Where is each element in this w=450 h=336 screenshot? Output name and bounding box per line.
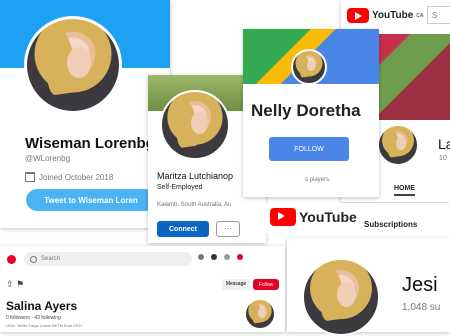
youtube-region-label: CA (416, 12, 424, 19)
pinterest-avatar (244, 298, 276, 330)
twitter-joined-date: Joined October 2018 (39, 172, 114, 182)
twitter-profile-card: Wiseman Lorenbg @WLorenbg Joined October… (0, 0, 170, 228)
pinterest-message-button[interactable]: Message (222, 279, 250, 290)
linkedin-connect-button[interactable]: Connect (157, 221, 209, 237)
youtube-play-icon (347, 8, 369, 23)
youtube-channel-initial: La (438, 136, 450, 152)
youtube-channel-avatar-top (377, 124, 419, 166)
pinterest-logo-icon[interactable] (7, 255, 16, 264)
profile-icon[interactable] (224, 254, 230, 260)
youtube-subscriptions-link[interactable]: Subscriptions (364, 220, 417, 229)
twitter-joined-row: Joined October 2018 (25, 172, 113, 182)
youtube-subscriptions-bar: YouTube Subscriptions (256, 203, 450, 233)
linkedin-more-button[interactable]: ··· (216, 221, 240, 237)
pinterest-follow-button[interactable]: Follow (253, 279, 279, 290)
youtube-tab-home[interactable]: HOME (394, 185, 415, 196)
youtube-logo-text-mid: YouTube (299, 209, 357, 225)
youtube-play-icon (270, 208, 296, 226)
google-profile-name: Nelly Doretha (251, 101, 361, 120)
youtube-search-input[interactable]: S (427, 6, 450, 24)
more-icon[interactable] (237, 254, 243, 260)
linkedin-avatar (160, 90, 230, 160)
youtube-logo-text: YouTube (372, 10, 414, 21)
pinterest-follower-counts: 0 followers · 43 following (6, 315, 61, 321)
pinterest-nav-icons (198, 254, 243, 260)
linkedin-headline: Self-Employed (157, 184, 203, 191)
pinterest-search-row[interactable]: Search (24, 252, 192, 266)
pinterest-toolbar-icons: ⇧ ⚑ (6, 279, 24, 290)
google-avatar (291, 49, 327, 85)
youtube-logo-top[interactable]: YouTube CA (347, 8, 424, 23)
youtube-subs-partial: 10 (439, 155, 447, 162)
youtube-channel-card-bottom: Jesi 1,048 su (287, 238, 450, 336)
linkedin-location: Kalamb, South Australia, Au (157, 202, 232, 208)
calendar-icon (25, 172, 35, 182)
pinterest-profile-name: Salina Ayers (6, 299, 78, 313)
flag-icon[interactable]: ⚑ (16, 279, 24, 289)
google-players-text: s players. (305, 177, 331, 183)
pinterest-meta: USA · Wells Fargo Loans BKTM from CEO (6, 323, 82, 328)
twitter-display-name: Wiseman Lorenbg (25, 135, 155, 152)
search-icon (30, 255, 37, 263)
messages-icon[interactable] (211, 254, 217, 260)
youtube-channel-avatar-bottom (302, 258, 380, 336)
linkedin-name: Maritza Lutchianop (157, 171, 234, 181)
pinterest-search-input[interactable]: Search (41, 256, 60, 262)
pinterest-profile-card: Search ⇧ ⚑ Message Follow Salina Ayers 0… (0, 246, 285, 332)
notifications-icon[interactable] (198, 254, 204, 260)
share-icon[interactable]: ⇧ (6, 279, 14, 289)
twitter-avatar (24, 16, 122, 114)
youtube-channel-name-partial: Jesi (402, 274, 438, 296)
tweet-to-button[interactable]: Tweet to Wiseman Loren (26, 189, 156, 211)
twitter-handle: @WLorenbg (25, 154, 71, 163)
google-profile-card: Nelly Doretha FOLLOW s players. (243, 29, 379, 197)
youtube-logo-mid[interactable]: YouTube (270, 208, 357, 226)
youtube-subscriber-count-partial: 1,048 su (402, 302, 441, 313)
google-follow-button[interactable]: FOLLOW (269, 137, 349, 161)
